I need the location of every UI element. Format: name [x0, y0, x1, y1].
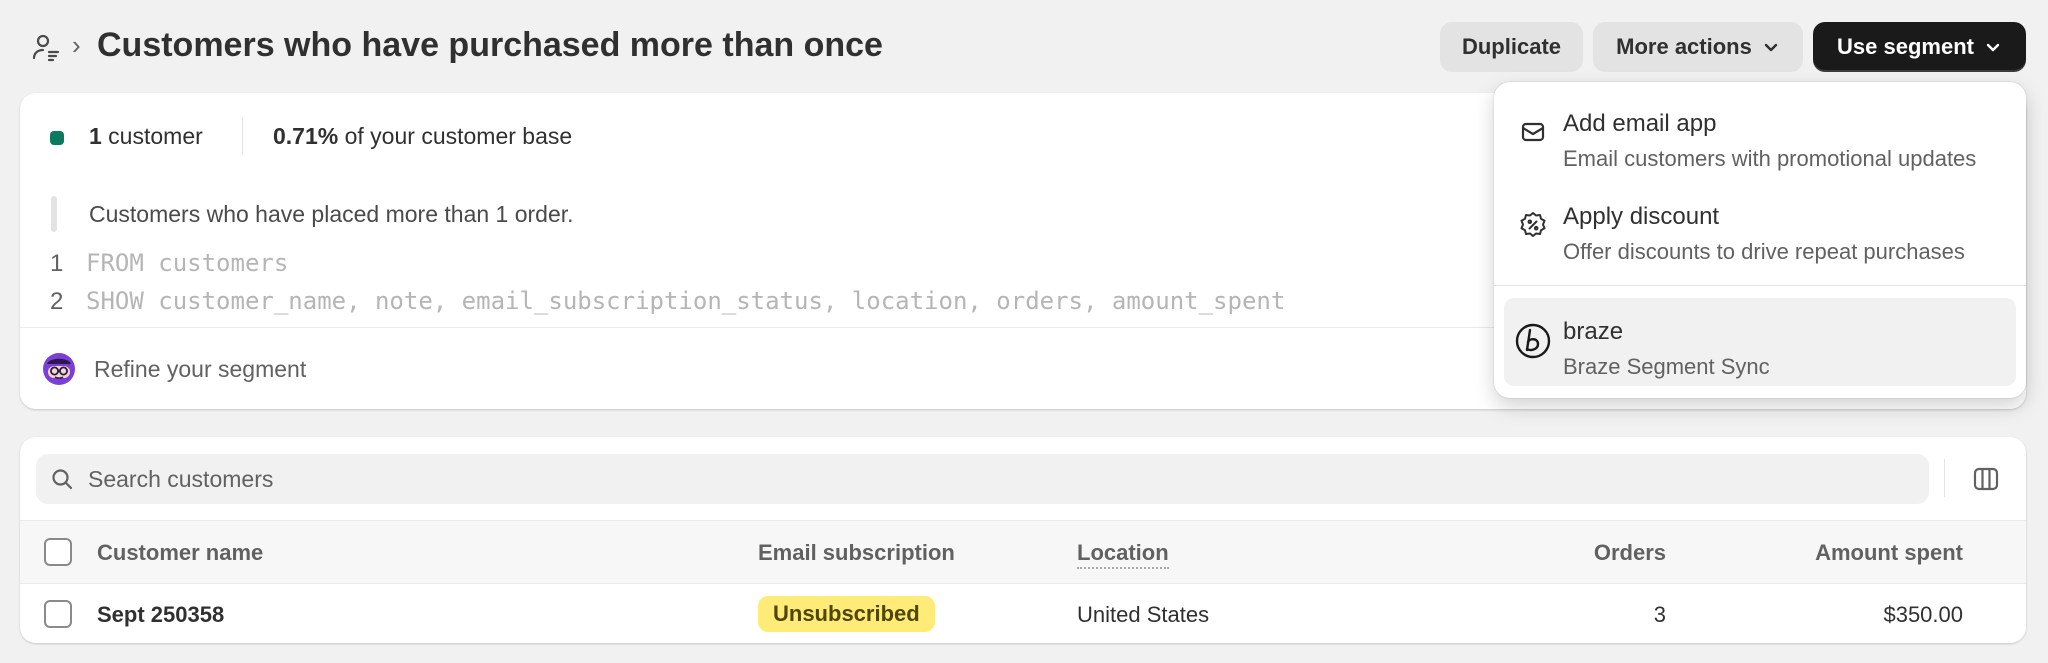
line-number: 1 [50, 250, 64, 277]
more-actions-button[interactable]: More actions [1593, 22, 1803, 72]
column-header-orders[interactable]: Orders [1420, 540, 1666, 566]
search-input[interactable] [88, 454, 1908, 504]
customer-count: 1 customer [89, 123, 203, 149]
duplicate-label: Duplicate [1461, 34, 1562, 59]
breadcrumb-separator: › [72, 30, 81, 60]
row-checkbox[interactable] [44, 600, 72, 628]
menu-item-subtitle: Offer discounts to drive repeat purchase… [1563, 239, 1965, 264]
query-line[interactable]: 1 FROM customers [50, 249, 288, 278]
use-segment-menu: Add email app Email customers with promo… [1494, 82, 2026, 398]
line-number: 2 [50, 288, 64, 315]
customer-orders: 3 [1653, 602, 1666, 627]
column-header-email-subscription[interactable]: Email subscription [758, 540, 955, 566]
duplicate-button[interactable]: Duplicate [1440, 22, 1583, 72]
menu-item-title: Apply discount [1563, 203, 1720, 230]
menu-item-subtitle: Email customers with promotional updates [1563, 146, 1977, 171]
customer-name[interactable]: Sept 250358 [97, 602, 224, 628]
description-bar [51, 196, 57, 232]
query-code: FROM customers [86, 249, 289, 277]
refine-segment-label: Refine your segment [94, 356, 307, 382]
customer-segment-icon [32, 34, 60, 62]
use-segment-button[interactable]: Use segment [1813, 22, 2026, 72]
segment-description: Customers who have placed more than 1 or… [89, 201, 574, 227]
menu-item-title: Add email app [1563, 110, 1717, 137]
table-header: Customer name Email subscription Locatio… [20, 520, 2026, 584]
page-header: › Customers who have purchased more than… [0, 0, 2048, 95]
customer-base-percent: 0.71% of your customer base [273, 123, 573, 149]
columns-icon[interactable] [1972, 465, 2000, 493]
sidekick-avatar-icon [43, 353, 75, 385]
menu-item-title: braze [1563, 318, 1624, 345]
page-title: Customers who have purchased more than o… [97, 26, 883, 64]
menu-item-apply-discount[interactable]: Apply discount Offer discounts to drive … [1504, 183, 2016, 271]
column-header-amount-spent[interactable]: Amount spent [1720, 540, 1963, 566]
search-box[interactable] [36, 454, 1929, 504]
status-dot [50, 131, 64, 145]
status-badge: Unsubscribed [758, 596, 935, 632]
menu-item-subtitle: Braze Segment Sync [1563, 354, 1770, 379]
menu-divider [1494, 285, 2026, 286]
customer-amount-spent: $350.00 [1883, 602, 1963, 627]
mail-icon [1521, 122, 1545, 142]
customers-table-card: Customer name Email subscription Locatio… [20, 437, 2026, 643]
more-actions-label: More actions [1616, 34, 1752, 59]
menu-item-braze[interactable]: braze Braze Segment Sync [1504, 298, 2016, 386]
chevron-down-icon [1986, 43, 2000, 52]
column-header-customer-name[interactable]: Customer name [97, 540, 263, 566]
query-line[interactable]: 2 SHOW customer_name, note, email_subscri… [50, 287, 1285, 316]
table-row[interactable]: Sept 250358 Unsubscribed United States 3… [20, 584, 2026, 643]
divider [242, 117, 243, 155]
chevron-down-icon [1764, 43, 1778, 52]
use-segment-label: Use segment [1837, 34, 1974, 59]
select-all-checkbox[interactable] [44, 538, 72, 566]
search-icon [52, 469, 73, 490]
divider [1944, 459, 1945, 497]
braze-logo-icon [1515, 323, 1551, 359]
column-header-location[interactable]: Location [1077, 540, 1169, 569]
customer-location: United States [1077, 602, 1210, 627]
query-code: SHOW customer_name, note, email_subscrip… [86, 287, 1286, 315]
menu-item-add-email-app[interactable]: Add email app Email customers with promo… [1504, 90, 2016, 178]
discount-icon [1520, 212, 1546, 237]
